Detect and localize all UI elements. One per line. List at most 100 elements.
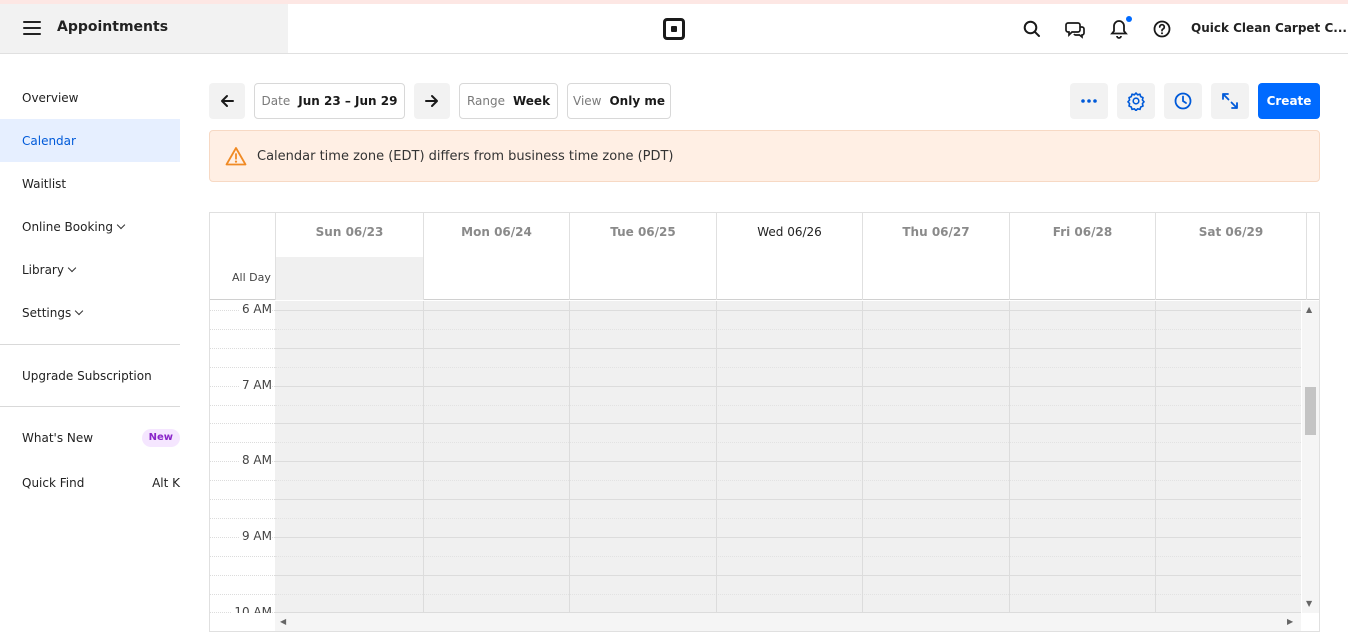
range-label: Range bbox=[466, 94, 505, 108]
sidebar-item-label: What's New bbox=[22, 430, 94, 445]
gutter-line bbox=[210, 348, 275, 349]
day-label: Tue 06/25 bbox=[610, 225, 676, 239]
calendar-settings-button[interactable] bbox=[1117, 83, 1155, 119]
time-label: 9 AM bbox=[238, 529, 272, 543]
time-label: 6 AM bbox=[238, 302, 272, 316]
time-label: 7 AM bbox=[238, 378, 272, 392]
horizontal-scrollbar[interactable]: ◀ ▶ bbox=[275, 613, 1301, 631]
gutter-line bbox=[210, 423, 275, 424]
view-label: View bbox=[573, 94, 602, 108]
search-icon[interactable] bbox=[1021, 18, 1043, 40]
create-button[interactable]: Create bbox=[1258, 83, 1320, 119]
sidebar-item-label: Settings bbox=[22, 305, 72, 320]
sidebar-item-label: Waitlist bbox=[22, 176, 67, 191]
sidebar-divider bbox=[0, 406, 180, 407]
menu-icon[interactable] bbox=[23, 21, 41, 35]
more-options-button[interactable] bbox=[1070, 83, 1108, 119]
sidebar-item-whats-new[interactable]: What's New New bbox=[0, 416, 180, 459]
time-slot-grid[interactable] bbox=[275, 301, 1301, 613]
top-header: Appointments Quick Clean Carpet C... bbox=[0, 4, 1348, 54]
day-column-header[interactable]: Wed 06/26 bbox=[716, 213, 862, 300]
sidebar-item-label: Library bbox=[22, 262, 64, 277]
scroll-right-icon[interactable]: ▶ bbox=[1287, 617, 1293, 626]
timezone-alert: Calendar time zone (EDT) differs from bu… bbox=[209, 130, 1320, 182]
gutter-line bbox=[210, 442, 275, 443]
calendar-time-grid[interactable]: 6 AM 7 AM 8 AM 9 AM 10 AM bbox=[210, 301, 1301, 613]
gutter-line bbox=[210, 405, 275, 406]
all-day-label: All Day bbox=[232, 271, 271, 284]
notification-dot bbox=[1126, 16, 1132, 22]
day-column-header[interactable]: Fri 06/28 bbox=[1009, 213, 1155, 300]
range-select[interactable]: Range Week bbox=[459, 83, 558, 119]
time-slot-line bbox=[275, 310, 1301, 311]
square-logo-icon[interactable] bbox=[663, 18, 685, 40]
sidebar: Overview Calendar Waitlist Online Bookin… bbox=[0, 55, 180, 644]
day-column-header[interactable]: Mon 06/24 bbox=[423, 213, 569, 300]
sidebar-item-calendar[interactable]: Calendar bbox=[0, 119, 180, 162]
calendar-header: All Day Sun 06/23 Mon 06/24 Tue 06/25 We… bbox=[210, 213, 1319, 300]
vertical-scrollbar[interactable]: ▲ ▼ bbox=[1302, 301, 1319, 613]
date-label: Date bbox=[261, 94, 291, 108]
sidebar-item-waitlist[interactable]: Waitlist bbox=[0, 162, 180, 205]
time-slot-line bbox=[275, 594, 1301, 595]
date-picker[interactable]: Date Jun 23 – Jun 29 bbox=[254, 83, 405, 119]
gutter-line bbox=[210, 556, 275, 557]
next-week-button[interactable] bbox=[414, 83, 450, 119]
sidebar-item-online-booking[interactable]: Online Booking bbox=[0, 205, 180, 248]
help-icon[interactable] bbox=[1151, 18, 1173, 40]
previous-week-button[interactable] bbox=[209, 83, 245, 119]
sidebar-item-label: Overview bbox=[22, 90, 79, 105]
sidebar-item-settings[interactable]: Settings bbox=[0, 291, 180, 334]
sidebar-item-library[interactable]: Library bbox=[0, 248, 180, 291]
time-slot-line bbox=[275, 386, 1301, 387]
arrow-left-icon bbox=[221, 95, 234, 107]
sidebar-item-label: Quick Find bbox=[22, 475, 85, 490]
warning-icon bbox=[225, 147, 247, 166]
day-label: Sat 06/29 bbox=[1198, 225, 1264, 239]
gutter-line bbox=[210, 518, 275, 519]
scroll-up-icon[interactable]: ▲ bbox=[1306, 305, 1312, 314]
day-column-divider bbox=[716, 301, 717, 613]
time-slot-line bbox=[275, 442, 1301, 443]
day-column-divider bbox=[423, 301, 424, 613]
fullscreen-button[interactable] bbox=[1211, 83, 1249, 119]
time-label: 10 AM bbox=[231, 605, 272, 613]
scroll-left-icon[interactable]: ◀ bbox=[280, 617, 286, 626]
view-select[interactable]: View Only me bbox=[567, 83, 671, 119]
scrollbar-thumb[interactable] bbox=[1305, 387, 1316, 435]
day-column-header[interactable]: Tue 06/25 bbox=[569, 213, 716, 300]
chevron-down-icon bbox=[74, 306, 84, 316]
gutter-line bbox=[210, 367, 275, 368]
time-slot-line bbox=[275, 480, 1301, 481]
time-slot-line bbox=[275, 575, 1301, 576]
day-column-divider bbox=[1155, 301, 1156, 613]
time-slot-line bbox=[275, 499, 1301, 500]
time-slot-line bbox=[275, 367, 1301, 368]
business-hours-button[interactable] bbox=[1164, 83, 1202, 119]
sidebar-item-upgrade-subscription[interactable]: Upgrade Subscription bbox=[0, 354, 180, 397]
day-column-divider bbox=[862, 301, 863, 613]
day-column-header[interactable]: Sun 06/23 bbox=[275, 213, 423, 300]
day-label: Thu 06/27 bbox=[902, 225, 970, 239]
week-calendar: All Day Sun 06/23 Mon 06/24 Tue 06/25 We… bbox=[209, 212, 1320, 632]
day-column-header[interactable]: Thu 06/27 bbox=[862, 213, 1009, 300]
messages-icon[interactable] bbox=[1064, 18, 1086, 40]
day-label: Wed 06/26 bbox=[757, 225, 822, 239]
gutter-line bbox=[210, 594, 275, 595]
arrow-right-icon bbox=[425, 95, 438, 107]
range-value: Week bbox=[512, 94, 551, 108]
day-column-header[interactable]: Sat 06/29 bbox=[1155, 213, 1307, 300]
time-gutter: 6 AM 7 AM 8 AM 9 AM 10 AM bbox=[210, 301, 275, 613]
business-name[interactable]: Quick Clean Carpet C... bbox=[1191, 21, 1347, 35]
time-slot-line bbox=[275, 329, 1301, 330]
more-dots-icon bbox=[1081, 99, 1097, 103]
all-day-cell[interactable] bbox=[276, 257, 423, 300]
scroll-down-icon[interactable]: ▼ bbox=[1306, 599, 1312, 608]
sidebar-item-overview[interactable]: Overview bbox=[0, 76, 180, 119]
new-badge: New bbox=[141, 429, 180, 447]
day-column-divider bbox=[1009, 301, 1010, 613]
day-column-divider bbox=[569, 301, 570, 613]
time-slot-line bbox=[275, 537, 1301, 538]
sidebar-item-quick-find[interactable]: Quick Find Alt K bbox=[0, 461, 180, 504]
view-value: Only me bbox=[609, 94, 665, 108]
